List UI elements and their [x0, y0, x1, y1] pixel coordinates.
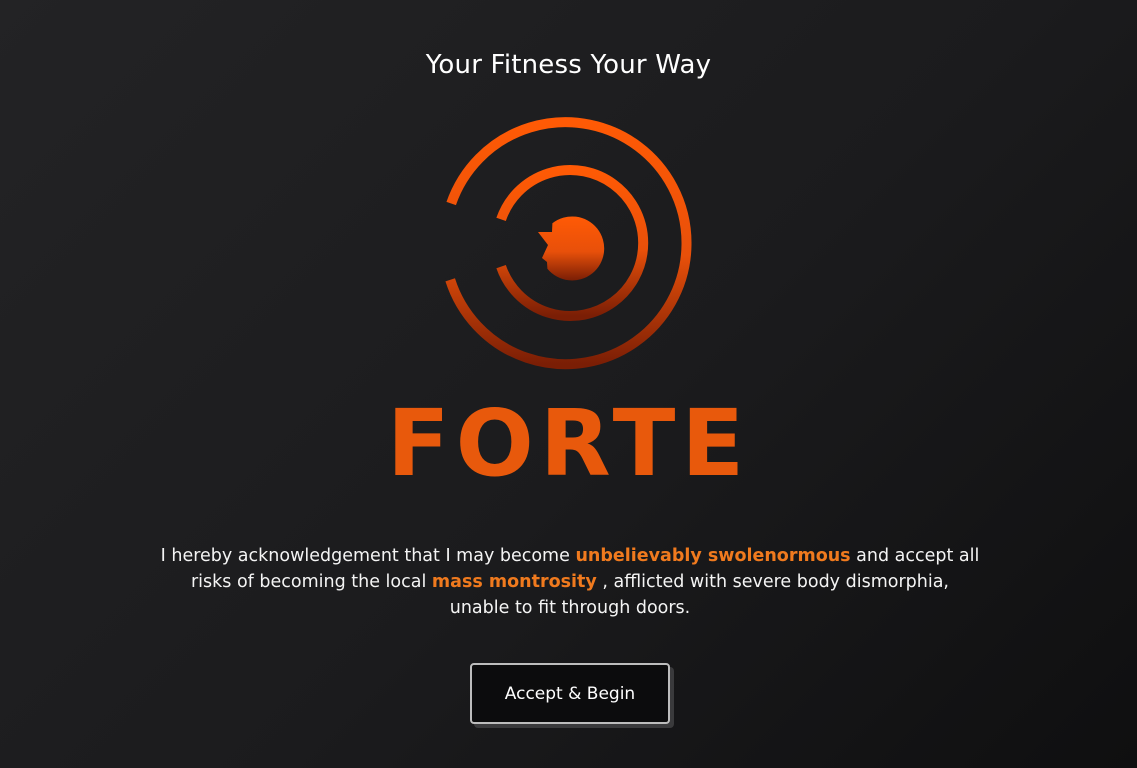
page-tagline: Your Fitness Your Way: [425, 50, 712, 80]
brand-wordmark: FORTE: [386, 390, 751, 497]
accept-begin-button[interactable]: Accept & Begin: [470, 663, 670, 724]
disclaimer-highlight-2: mass montrosity: [431, 572, 597, 592]
disclaimer-part-1: I hereby acknowledgement that I may beco…: [160, 546, 576, 566]
logo-center-dot: [538, 216, 605, 281]
forte-logo-icon: [445, 117, 692, 370]
disclaimer-text: I hereby acknowledgement that I may beco…: [160, 543, 980, 621]
disclaimer-highlight-1: unbelievably swolenormous: [575, 546, 851, 566]
